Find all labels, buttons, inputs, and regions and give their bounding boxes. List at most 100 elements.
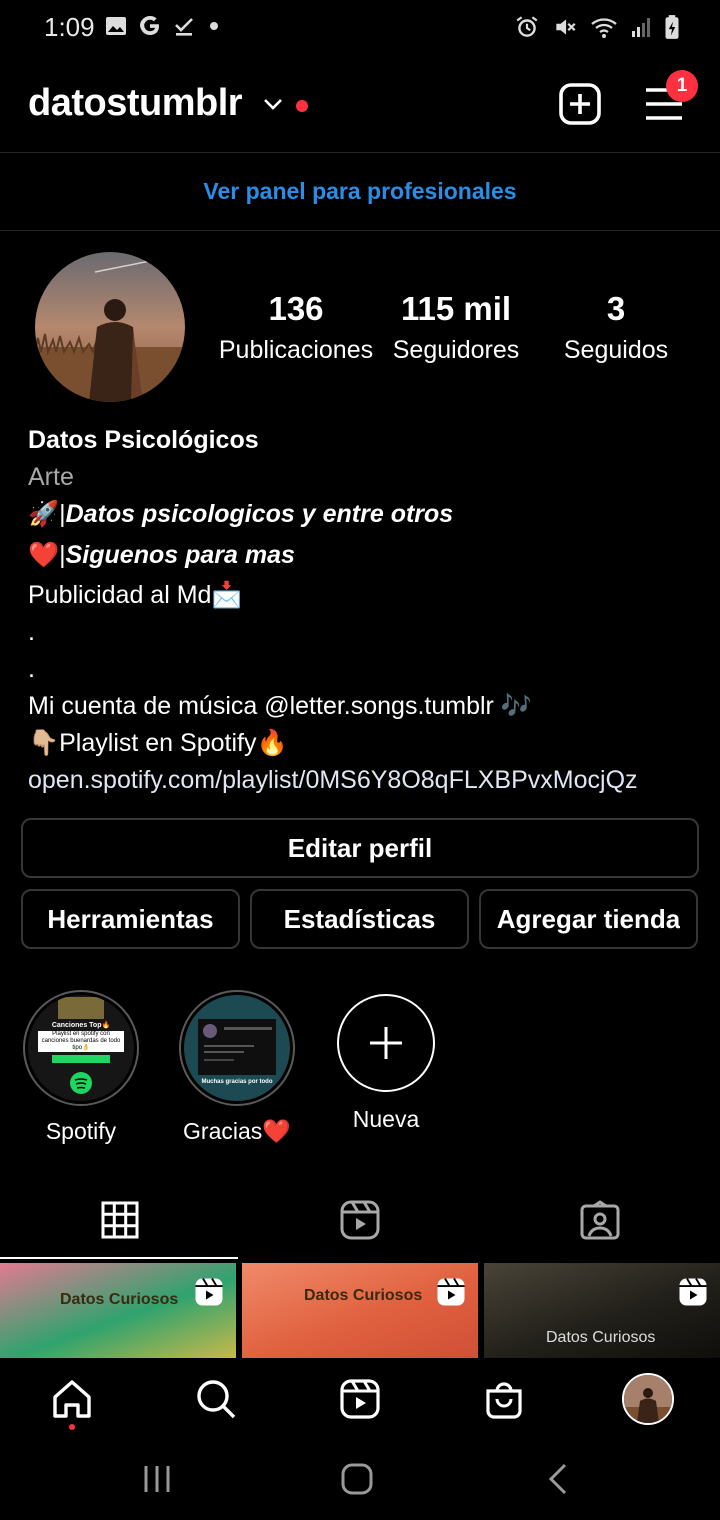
tab-grid[interactable]	[0, 1180, 240, 1260]
plus-icon	[370, 1027, 402, 1059]
grid-post[interactable]: Datos Curiosos	[484, 1263, 720, 1358]
profile-avatar-small	[622, 1373, 674, 1425]
back-icon[interactable]	[546, 1462, 570, 1496]
stat-followers-label: Seguidores	[392, 336, 520, 364]
bottom-navigation	[0, 1358, 720, 1440]
profile-content-tabs	[0, 1180, 720, 1260]
stat-following-label: Seguidos	[563, 336, 669, 364]
active-tab-indicator	[0, 1257, 238, 1259]
highlight-new-label: Nueva	[352, 1106, 420, 1132]
bio-line-2-text: Siguenos para mas	[65, 540, 295, 569]
display-name: Datos Psicológicos	[28, 426, 259, 454]
tab-tagged[interactable]	[480, 1180, 720, 1260]
grid-post-title: Datos Curiosos	[60, 1291, 179, 1308]
highlight-gracias-ring: Muchas gracias por todo	[179, 990, 295, 1106]
highlight-spotify-cover: Canciones Top🔥 Playlist en spotify con c…	[28, 995, 134, 1101]
highlight-spotify[interactable]: Canciones Top🔥 Playlist en spotify con c…	[21, 990, 141, 1145]
edit-profile-button[interactable]: Editar perfil	[21, 818, 699, 878]
wifi-icon	[591, 18, 617, 38]
bio-line-1-text: Datos psicologicos y entre otros	[65, 500, 454, 528]
profile-avatar[interactable]	[35, 252, 185, 402]
tab-reels[interactable]	[240, 1180, 480, 1260]
bio-link-wrapper: open.spotify.com/playlist/0MS6Y8O8qFLXBP…	[28, 762, 698, 799]
account-notification-dot	[296, 100, 308, 112]
nav-profile[interactable]	[618, 1373, 678, 1425]
stat-following-count: 3	[606, 290, 626, 327]
image-icon	[106, 17, 126, 35]
create-post-icon[interactable]	[558, 82, 602, 126]
highlight-spotify-label: Spotify	[45, 1118, 117, 1144]
stat-following[interactable]: 3 Seguidos	[536, 290, 696, 365]
profile-category: Arte	[28, 463, 74, 491]
add-shop-button[interactable]: Agregar tienda	[479, 889, 698, 949]
highlight-spotify-cover-text: Playlist en spotify con canciones buenar…	[38, 1031, 124, 1052]
system-navigation-bar	[0, 1440, 720, 1520]
stat-posts[interactable]: 136 Publicaciones	[216, 290, 376, 365]
insights-button[interactable]: Estadísticas	[250, 889, 469, 949]
grid-post-title: Datos Curiosos	[304, 1287, 423, 1304]
status-system-icons	[514, 14, 680, 40]
home-notification-dot	[69, 1424, 75, 1430]
highlight-gracias-label: Gracias❤️	[183, 1118, 291, 1144]
chevron-down-icon[interactable]	[262, 96, 284, 112]
search-icon	[197, 1380, 236, 1419]
bio-dot-1: .	[28, 618, 35, 646]
username-switcher[interactable]: datostumblr	[28, 82, 243, 125]
menu-badge: 1	[666, 70, 698, 102]
reels-icon	[340, 1200, 380, 1240]
shop-icon	[486, 1382, 522, 1419]
add-shop-button-label: Agregar tienda	[496, 903, 681, 934]
recent-apps-icon[interactable]	[142, 1464, 172, 1494]
profile-header: datostumblr 1	[0, 56, 720, 153]
tools-button-label: Herramientas	[47, 903, 214, 934]
status-time: 1:09	[44, 12, 95, 42]
nav-shop[interactable]	[474, 1374, 534, 1424]
google-g-icon	[140, 16, 159, 35]
download-done-icon	[175, 18, 193, 36]
insights-button-label: Estadísticas	[283, 903, 436, 934]
profile-bio: Datos Psicológicos Arte 🚀| Datos psicolo…	[28, 422, 698, 799]
bio-playlist: 👇🏼Playlist en Spotify🔥	[28, 729, 288, 757]
bio-spotify-link[interactable]: open.spotify.com/playlist/0MS6Y8O8qFLXBP…	[28, 768, 684, 793]
home-icon	[53, 1380, 91, 1418]
nav-search[interactable]	[186, 1374, 246, 1424]
bio-line-2: ❤️| Siguenos para mas	[28, 533, 698, 577]
highlight-new[interactable]: Nueva	[336, 994, 436, 1133]
dot-icon	[210, 22, 218, 30]
alarm-icon	[516, 16, 538, 37]
bio-line-3: Publicidad al Md📩	[28, 581, 243, 609]
nav-reels[interactable]	[330, 1374, 390, 1424]
grid-post-title: Datos Curiosos	[546, 1329, 656, 1346]
highlight-gracias-cover-text: Muchas gracias por todo	[201, 1079, 273, 1085]
tools-button[interactable]: Herramientas	[21, 889, 240, 949]
grid-post[interactable]: Datos Curiosos	[0, 1263, 236, 1358]
status-bar: 1:09	[0, 0, 720, 56]
grid-post[interactable]: Datos Curiosos	[242, 1263, 478, 1358]
nav-home[interactable]	[42, 1374, 102, 1424]
stat-followers[interactable]: 115 mil Seguidores	[376, 290, 536, 365]
professional-dashboard-link[interactable]: Ver panel para profesionales	[0, 153, 720, 231]
new-highlight-circle	[337, 994, 435, 1092]
highlight-spotify-ring: Canciones Top🔥 Playlist en spotify con c…	[23, 990, 139, 1106]
reel-badge-icon	[195, 1278, 223, 1306]
bio-music-account[interactable]: Mi cuenta de música @letter.songs.tumblr…	[28, 688, 698, 725]
tagged-icon	[580, 1200, 620, 1240]
reels-icon	[340, 1379, 380, 1419]
stat-posts-label: Publicaciones	[218, 336, 374, 364]
highlight-gracias[interactable]: Muchas gracias por todo Gracias❤️	[177, 990, 297, 1145]
rocket-emoji: 🚀|	[28, 500, 66, 528]
battery-icon	[665, 15, 679, 39]
home-button-icon[interactable]	[340, 1462, 374, 1496]
bio-line-1: 🚀| Datos psicologicos y entre otros	[28, 496, 698, 533]
reel-badge-icon	[679, 1278, 707, 1306]
bio-dot-2: .	[28, 655, 35, 683]
signal-icon	[632, 18, 650, 37]
highlight-gracias-cover: Muchas gracias por todo	[184, 995, 290, 1101]
mute-icon	[556, 19, 576, 35]
stat-posts-count: 136	[268, 290, 324, 327]
status-notifications	[104, 14, 222, 38]
reel-badge-icon	[437, 1278, 465, 1306]
heart-emoji: ❤️|	[28, 540, 66, 569]
professional-dashboard-label: Ver panel para profesionales	[203, 178, 517, 204]
stat-followers-count: 115 mil	[400, 290, 512, 327]
